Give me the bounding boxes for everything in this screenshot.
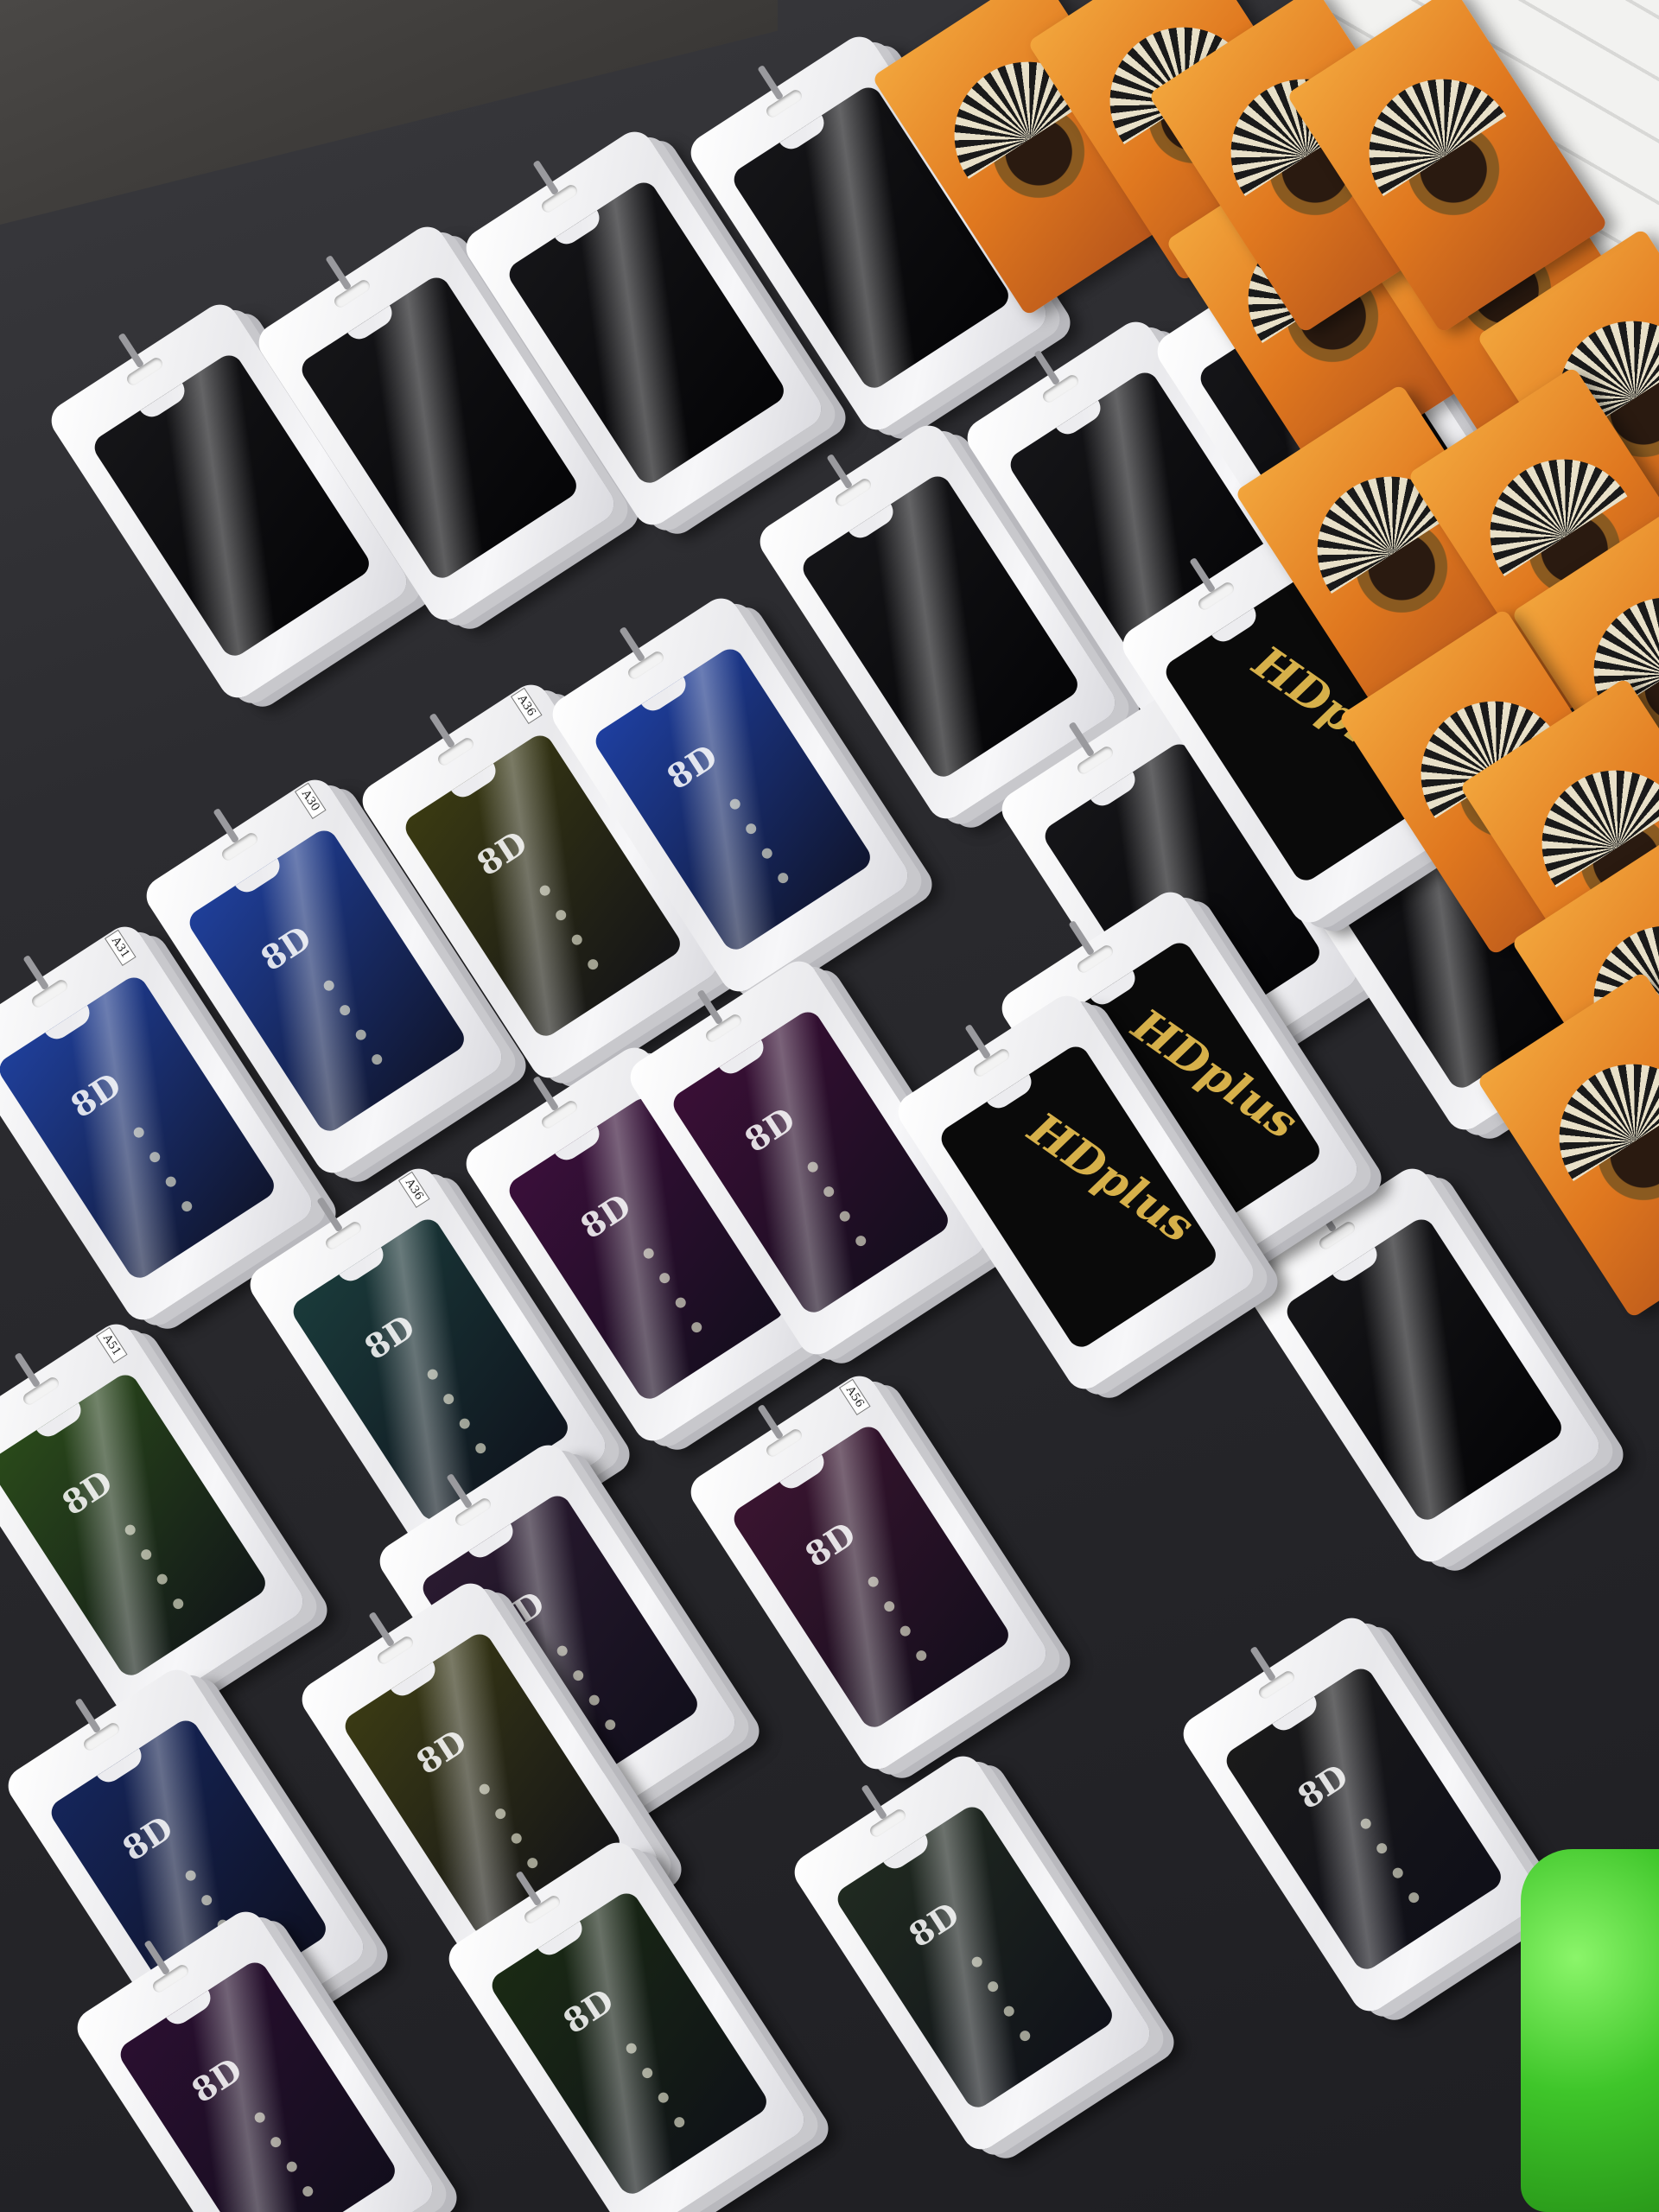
hang-hole (539, 182, 580, 215)
hook-icon (14, 1351, 41, 1389)
hook-icon (118, 332, 145, 369)
hang-hole (1196, 580, 1236, 613)
glare (1281, 1214, 1567, 1525)
hang-hole (124, 355, 165, 388)
hang-hole (833, 476, 874, 509)
hook-icon (757, 1403, 785, 1440)
glare (1221, 1663, 1506, 1974)
screen-protector-pack: 8D (1176, 1611, 1546, 2018)
hang-hole (435, 735, 476, 768)
hang-hole (764, 87, 804, 120)
tempered-glass (1281, 1214, 1567, 1525)
hang-hole (29, 977, 70, 1010)
hang-hole (1040, 372, 1081, 405)
photo-scene: 8DA318DA308DA368D8DA518DA368D8D8D8D8D8DA… (0, 0, 1659, 2212)
hang-hole (1075, 943, 1116, 976)
hang-hole (1075, 744, 1116, 777)
glare (115, 1957, 400, 2212)
hang-hole (453, 1496, 493, 1529)
tempered-glass: 8D (0, 1370, 270, 1681)
hang-hole (764, 1427, 804, 1459)
model-tag: A51 (95, 1326, 128, 1363)
hook-icon (316, 1196, 344, 1233)
hook-icon (325, 254, 353, 291)
hang-hole (522, 1893, 563, 1926)
hang-hole (1256, 1669, 1297, 1701)
hook-icon (532, 1075, 560, 1112)
glare (728, 1421, 1014, 1732)
model-tag: A56 (838, 1378, 871, 1415)
hook-icon (532, 159, 560, 196)
hang-hole (332, 277, 372, 310)
hook-icon (74, 1697, 102, 1734)
hang-hole (219, 830, 260, 863)
model-tag: A30 (294, 782, 327, 819)
hook-icon (22, 954, 50, 991)
hook-icon (1033, 349, 1061, 386)
tempered-glass: 8D (1221, 1663, 1506, 1974)
glare (832, 1802, 1117, 2113)
hook-icon (861, 1783, 888, 1821)
screen-protector-pack: 8D (787, 1749, 1157, 2157)
hang-hole (971, 1046, 1012, 1079)
hang-hole (81, 1720, 122, 1753)
hang-hole (626, 649, 666, 682)
hook-icon (213, 807, 240, 844)
tempered-glass: 8D (115, 1957, 400, 2212)
hook-icon (619, 626, 646, 663)
hang-hole (1317, 1219, 1357, 1252)
dark-glass-pack (1236, 1161, 1606, 1569)
hook-icon (429, 712, 456, 749)
hook-icon (368, 1611, 396, 1648)
tempered-glass: 8D (728, 1421, 1014, 1732)
screen-protector-pack: 8DA51 (0, 1317, 310, 1725)
hook-icon (1249, 1645, 1277, 1682)
hook-icon (696, 988, 724, 1026)
hook-icon (964, 1023, 992, 1060)
hang-hole (21, 1375, 61, 1408)
model-tag: A36 (510, 687, 543, 724)
glare (486, 1888, 772, 2199)
tempered-glass: 8D (486, 1888, 772, 2199)
hang-hole (703, 1012, 744, 1045)
glare (0, 1370, 270, 1681)
hang-hole (375, 1634, 416, 1667)
hang-hole (868, 1807, 908, 1840)
green-plastic-bag (1521, 1849, 1659, 2212)
hook-icon (826, 453, 854, 490)
chief-head-icon (1376, 86, 1518, 233)
hang-hole (539, 1098, 580, 1131)
hang-hole (323, 1219, 364, 1252)
hook-icon (757, 64, 785, 101)
model-tag: A31 (104, 929, 137, 966)
screen-protector-pack: 8DA56 (683, 1369, 1053, 1777)
tempered-glass: 8D (832, 1802, 1117, 2113)
chief-head-icon (1567, 1071, 1659, 1218)
hang-hole (150, 1962, 191, 1995)
model-tag: A36 (397, 1171, 430, 1208)
